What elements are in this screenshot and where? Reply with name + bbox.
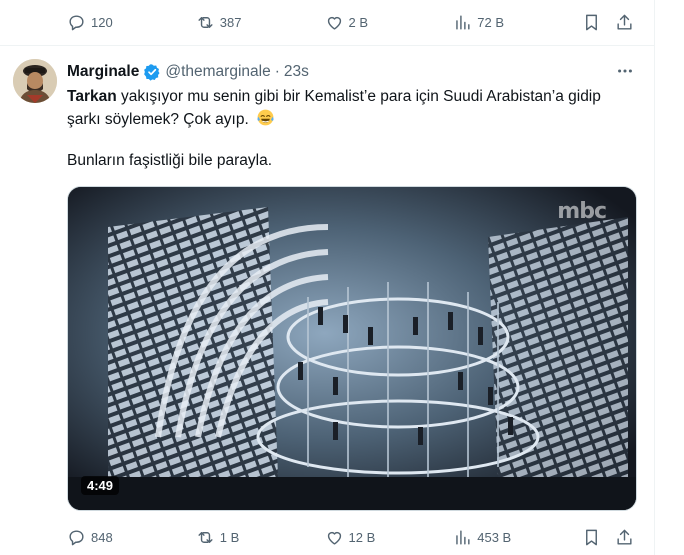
bookmark-icon — [586, 529, 597, 545]
display-name[interactable]: Marginale — [67, 63, 139, 81]
prev-bookmark-button[interactable] — [582, 13, 601, 32]
share-icon — [617, 14, 632, 30]
tweet-text-part2: Bunların faşistliği bile parayla. — [67, 152, 273, 169]
repost-icon — [198, 16, 213, 28]
like-count: 12 B — [348, 529, 376, 545]
avatar-portrait-image — [13, 59, 57, 103]
prev-repost-button[interactable]: 387 — [196, 13, 256, 32]
reply-count: 848 — [91, 529, 113, 545]
bookmark-icon — [586, 14, 597, 30]
repost-icon — [198, 531, 213, 543]
video-watermark: mbc — [557, 199, 607, 224]
prev-reply-count: 120 — [91, 14, 113, 30]
more-icon — [618, 69, 632, 73]
views-count: 453 B — [477, 529, 512, 545]
more-options-button[interactable] — [614, 60, 636, 82]
emoji-tears-of-joy-icon — [257, 109, 274, 126]
tweet-header: Marginale @themarginale · 23s — [67, 61, 309, 83]
views-icon — [456, 529, 470, 545]
reply-icon — [69, 14, 84, 30]
video-stage-thumbnail — [68, 187, 636, 510]
repost-count: 1 B — [219, 529, 240, 545]
tail-actions — [582, 528, 634, 547]
prev-repost-count: 387 — [219, 14, 242, 30]
prev-views-button[interactable]: 72 B — [453, 13, 513, 32]
like-icon — [327, 531, 341, 545]
tweet-mention[interactable]: Tarkan — [67, 88, 117, 105]
reply-icon — [69, 529, 84, 545]
share-button[interactable] — [615, 528, 634, 547]
tweet-text-part1: yakışıyor mu senin gibi bir Kemalist’e p… — [67, 88, 601, 128]
views-icon — [456, 14, 470, 30]
prev-like-count: 2 B — [348, 14, 369, 30]
prev-views-count: 72 B — [477, 14, 504, 30]
tweet-divider — [0, 45, 655, 46]
user-handle[interactable]: @themarginale — [165, 63, 270, 81]
like-button[interactable]: 12 B — [325, 528, 385, 547]
prev-reply-button[interactable]: 120 — [67, 13, 127, 32]
tweet-timestamp[interactable]: 23s — [284, 63, 309, 81]
prev-share-button[interactable] — [615, 13, 634, 32]
prev-tail-actions — [582, 13, 634, 32]
views-button[interactable]: 453 B — [453, 528, 513, 547]
avatar[interactable] — [13, 59, 57, 103]
tweet-action-bar: 848 1 B 12 B 453 B — [67, 527, 634, 547]
header-separator: · — [274, 63, 280, 80]
share-icon — [617, 529, 632, 545]
prev-tweet-action-bar: 120 387 2 B 72 B — [67, 12, 634, 32]
like-icon — [327, 16, 341, 30]
prev-like-button[interactable]: 2 B — [325, 13, 385, 32]
timeline-column: 120 387 2 B 72 B Marginale @themarginale… — [0, 0, 655, 555]
verified-badge-icon — [144, 64, 160, 81]
reply-button[interactable]: 848 — [67, 528, 127, 547]
video-duration: 4:49 — [81, 476, 120, 495]
tweet-text: Tarkan yakışıyor mu senin gibi bir Kemal… — [67, 86, 637, 169]
video-player[interactable]: mbc 4:49 — [67, 186, 637, 511]
bookmark-button[interactable] — [582, 528, 601, 547]
repost-button[interactable]: 1 B — [196, 528, 256, 547]
